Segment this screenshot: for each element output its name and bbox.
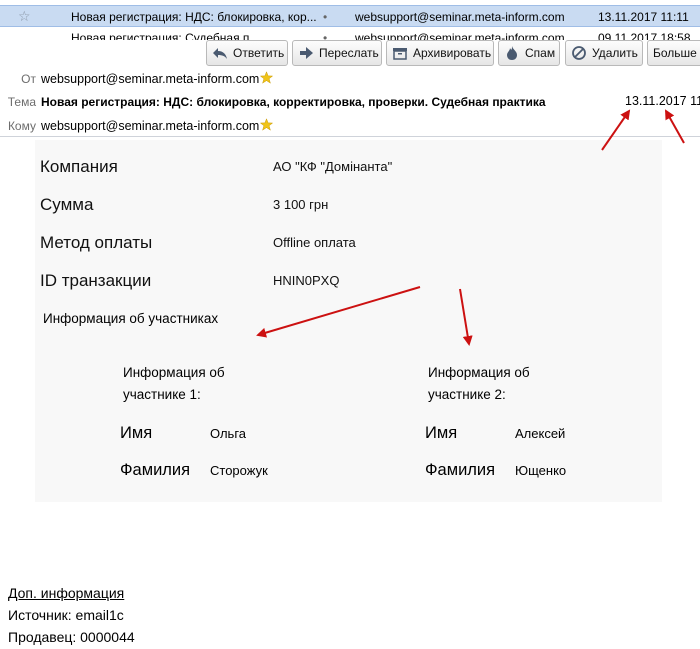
delete-button[interactable]: Удалить [565,40,643,66]
more-button[interactable]: Больше [647,40,700,66]
archive-button[interactable]: Архивировать [386,40,494,66]
company-value: АО "КФ "Домінанта" [273,159,393,174]
payment-method-value: Offline оплата [273,235,356,250]
spam-label: Спам [525,46,556,60]
forward-button[interactable]: Переслать [292,40,382,66]
delete-label: Удалить [592,46,638,60]
to-address[interactable]: websupport@seminar.meta-inform.com [41,119,259,133]
message-list: ☆ Новая регистрация: НДС: блокировка, ко… [0,0,700,40]
participant-2-name: Алексей [515,426,566,441]
to-label: Кому [7,119,36,133]
forward-arrow-icon [298,45,314,61]
message-toolbar: Ответить Переслать Архивировать Спам Уда… [0,40,700,68]
message-from: websupport@seminar.meta-inform.com [355,10,565,24]
reply-button[interactable]: Ответить [206,40,288,66]
message-subject: Новая регистрация: НДС: блокировка, кор.… [71,10,317,24]
more-label: Больше [653,46,697,60]
extra-info-source: Источник: email1c [8,607,124,623]
header-date: 13.11.2017 11: [625,94,700,108]
from-address[interactable]: websupport@seminar.meta-inform.com [41,72,259,86]
archive-box-icon [392,45,408,61]
participants-title: Информация об участниках [43,311,219,326]
participant-1-name-label: Имя [120,424,153,442]
read-status-dot-icon[interactable]: • [323,10,327,24]
message-date: 13.11.2017 11:11 [598,10,689,24]
participant-1-title: Информация об участнике 1: [123,365,225,402]
message-date: 09.11.2017 18:58 [598,31,691,40]
participant-2-title: Информация об участнике 2: [428,365,530,402]
star-gold-icon[interactable] [260,71,274,84]
amount-value: 3 100 грн [273,197,329,212]
participant-2-surname: Ющенко [515,463,567,478]
company-label: Компания [40,157,118,176]
delete-circle-icon [571,45,587,61]
participant-2-name-label: Имя [425,424,458,442]
amount-label: Сумма [40,195,94,214]
star-outline-icon[interactable]: ☆ [18,8,31,25]
extra-info-title: Доп. информация [8,585,125,601]
to-field[interactable]: websupport@seminar.meta-inform.com [41,118,274,133]
annotation-arrow [665,109,685,144]
transaction-id-value: HNIN0PXQ [273,273,340,288]
transaction-id-label: ID транзакции [40,271,152,290]
archive-label: Архивировать [413,46,492,60]
reply-label: Ответить [233,46,285,60]
participant-1-surname: Сторожук [210,463,268,478]
from-field[interactable]: websupport@seminar.meta-inform.com [41,71,274,86]
spam-button[interactable]: Спам [498,40,560,66]
message-row-selected[interactable]: ☆ Новая регистрация: НДС: блокировка, ко… [0,5,700,27]
participant-1-name: Ольга [210,426,247,441]
reply-arrow-icon [212,45,228,61]
read-status-dot-icon[interactable]: • [323,31,327,40]
participant-1-surname-label: Фамилия [120,461,191,479]
forward-label: Переслать [319,46,379,60]
payment-method-label: Метод оплаты [40,233,153,252]
subject-label: Тема [7,95,36,109]
extra-info-seller: Продавец: 0000044 [8,629,135,645]
message-row[interactable]: Новая регистрация: Судебная п... • websu… [0,27,700,40]
flame-icon [504,45,520,61]
message-subject: Новая регистрация: Судебная п... [71,31,260,40]
participant-2-surname-label: Фамилия [425,461,496,479]
message-from: websupport@seminar.meta-inform.com [355,31,565,40]
subject-value: Новая регистрация: НДС: блокировка, корр… [41,95,546,109]
star-gold-icon[interactable] [260,118,274,131]
header-separator [0,136,700,137]
from-label: От [21,72,36,86]
